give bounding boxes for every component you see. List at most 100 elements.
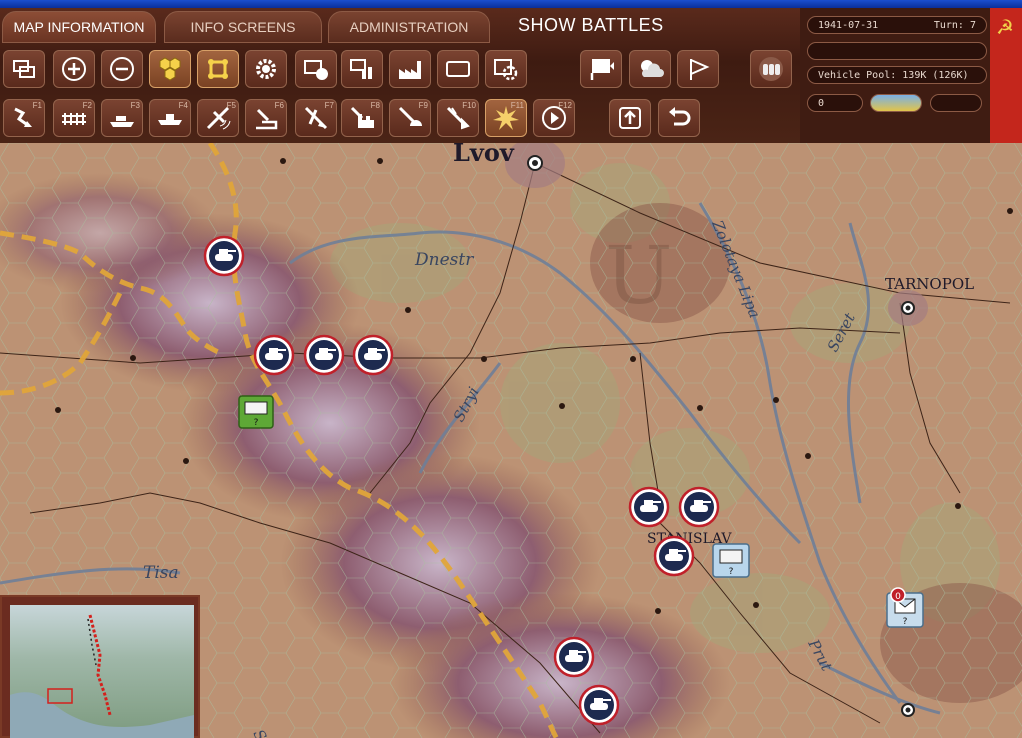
- gear-icon: [256, 59, 276, 79]
- next-button[interactable]: F12: [533, 99, 575, 137]
- ammo-icon: [759, 57, 783, 81]
- layers-button[interactable]: [3, 50, 45, 88]
- svg-text:☭: ☭: [996, 15, 1014, 39]
- bombard-button[interactable]: F8: [341, 99, 383, 137]
- undo-icon: [669, 107, 691, 126]
- frame-icon: [446, 61, 470, 77]
- soviet-flag: ☭: [990, 8, 1022, 143]
- air-button[interactable]: F5: [197, 99, 239, 137]
- hotkey-label: F3: [130, 101, 140, 110]
- tab-info-screens[interactable]: INFO SCREENS: [164, 11, 322, 43]
- rail-button[interactable]: F2: [53, 99, 95, 137]
- gear-button[interactable]: [245, 50, 287, 88]
- main-tabs: MAP INFORMATION INFO SCREENS ADMINISTRAT…: [0, 8, 800, 45]
- hotkey-label: F11: [510, 101, 524, 110]
- factory-icon: [399, 61, 421, 79]
- hotkey-label: F7: [324, 101, 334, 110]
- german-tank-unit[interactable]: [678, 486, 720, 528]
- zoom-out-button[interactable]: [101, 50, 143, 88]
- airstrike-button[interactable]: F7: [295, 99, 337, 137]
- german-tank-unit[interactable]: [203, 235, 245, 277]
- label-tisa: Tisa: [143, 563, 179, 583]
- tab-map-information[interactable]: MAP INFORMATION: [2, 11, 156, 43]
- explosion-button[interactable]: F11: [485, 99, 527, 137]
- unit-view-icon: [208, 59, 228, 79]
- settings-frame-icon: [494, 59, 518, 81]
- date-turn-field: 1941-07-31 Turn: 7: [807, 16, 987, 34]
- city-south[interactable]: [901, 703, 915, 717]
- weather-field[interactable]: [870, 94, 922, 112]
- supply-icon: [350, 59, 372, 79]
- german-tank-unit[interactable]: [253, 334, 295, 376]
- hotkey-label: F4: [178, 101, 188, 110]
- points-value: 0: [818, 97, 825, 109]
- unit-view-button[interactable]: [197, 50, 239, 88]
- flag-marker-button[interactable]: [580, 50, 622, 88]
- vehicle-pool-value: Vehicle Pool: 139K (126K): [818, 69, 969, 81]
- blank-field: [930, 94, 982, 112]
- minimap-view[interactable]: [10, 605, 194, 738]
- hq-counter-blue[interactable]: ?: [712, 543, 750, 578]
- hotkey-label: F8: [370, 101, 380, 110]
- supply-button[interactable]: [341, 50, 383, 88]
- show-battles-button[interactable]: SHOW BATTLES: [518, 15, 664, 36]
- hotkey-label: F6: [274, 101, 284, 110]
- empty-field: [807, 42, 987, 60]
- german-tank-unit[interactable]: [653, 535, 695, 577]
- zoom-in-button[interactable]: [53, 50, 95, 88]
- naval-button[interactable]: F3: [101, 99, 143, 137]
- hex-grid-button[interactable]: [149, 50, 191, 88]
- pennant-button[interactable]: [677, 50, 719, 88]
- settings-frame-button[interactable]: [485, 50, 527, 88]
- window-titlebar: [0, 0, 1022, 8]
- svg-text:?: ?: [903, 617, 908, 627]
- svg-text:0: 0: [895, 592, 901, 602]
- german-tank-unit[interactable]: [553, 636, 595, 678]
- points-field: 0: [807, 94, 863, 112]
- svg-text:?: ?: [729, 567, 734, 577]
- hq-counter-green[interactable]: ?: [238, 395, 274, 429]
- unit-counter-icon: [304, 60, 328, 80]
- layers-icon: [13, 60, 35, 78]
- factory-button[interactable]: [389, 50, 431, 88]
- weather-button[interactable]: [629, 50, 671, 88]
- hotkey-label: F5: [226, 101, 236, 110]
- flag-marker-icon: [590, 59, 614, 80]
- zoom-in-icon: [62, 57, 86, 81]
- hotkey-label: F2: [82, 101, 92, 110]
- german-tank-unit[interactable]: [352, 334, 394, 376]
- hotkey-label: F1: [32, 101, 42, 110]
- zoom-out-icon: [110, 57, 134, 81]
- game-date: 1941-07-31: [818, 19, 879, 31]
- sector-watermark: U: [605, 229, 672, 322]
- ship-button[interactable]: F4: [149, 99, 191, 137]
- info-panel: 1941-07-31 Turn: 7 Vehicle Pool: 139K (1…: [800, 8, 990, 143]
- label-lvov: Lvov: [453, 143, 515, 167]
- artillery-button[interactable]: F6: [245, 99, 287, 137]
- german-tank-unit[interactable]: [628, 486, 670, 528]
- svg-text:?: ?: [254, 418, 259, 428]
- ammo-button[interactable]: [750, 50, 792, 88]
- mail-counter[interactable]: 0 ?: [886, 587, 924, 628]
- city-tarnopol[interactable]: [888, 290, 928, 326]
- label-tarnopol: TARNOPOL: [885, 275, 974, 293]
- unit-counter-button[interactable]: [295, 50, 337, 88]
- vehicle-pool-field: Vehicle Pool: 139K (126K): [807, 66, 987, 84]
- turn-counter: Turn: 7: [933, 19, 976, 31]
- undo-button[interactable]: [658, 99, 700, 137]
- german-tank-unit[interactable]: [578, 684, 620, 726]
- german-tank-unit[interactable]: [303, 334, 345, 376]
- weather-icon: [641, 60, 664, 77]
- minimap[interactable]: [0, 595, 200, 738]
- hex-grid-icon: [159, 57, 181, 81]
- upload-button[interactable]: [609, 99, 651, 137]
- hotkey-label: F10: [462, 101, 476, 110]
- air-transfer-button[interactable]: F10: [437, 99, 479, 137]
- label-dnestr: Dnestr: [414, 250, 474, 270]
- frame-button[interactable]: [437, 50, 479, 88]
- move-button[interactable]: F1: [3, 99, 45, 137]
- hotkey-label: F12: [558, 101, 572, 110]
- tab-administration[interactable]: ADMINISTRATION: [328, 11, 490, 43]
- hotkey-label: F9: [418, 101, 428, 110]
- paradrop-button[interactable]: F9: [389, 99, 431, 137]
